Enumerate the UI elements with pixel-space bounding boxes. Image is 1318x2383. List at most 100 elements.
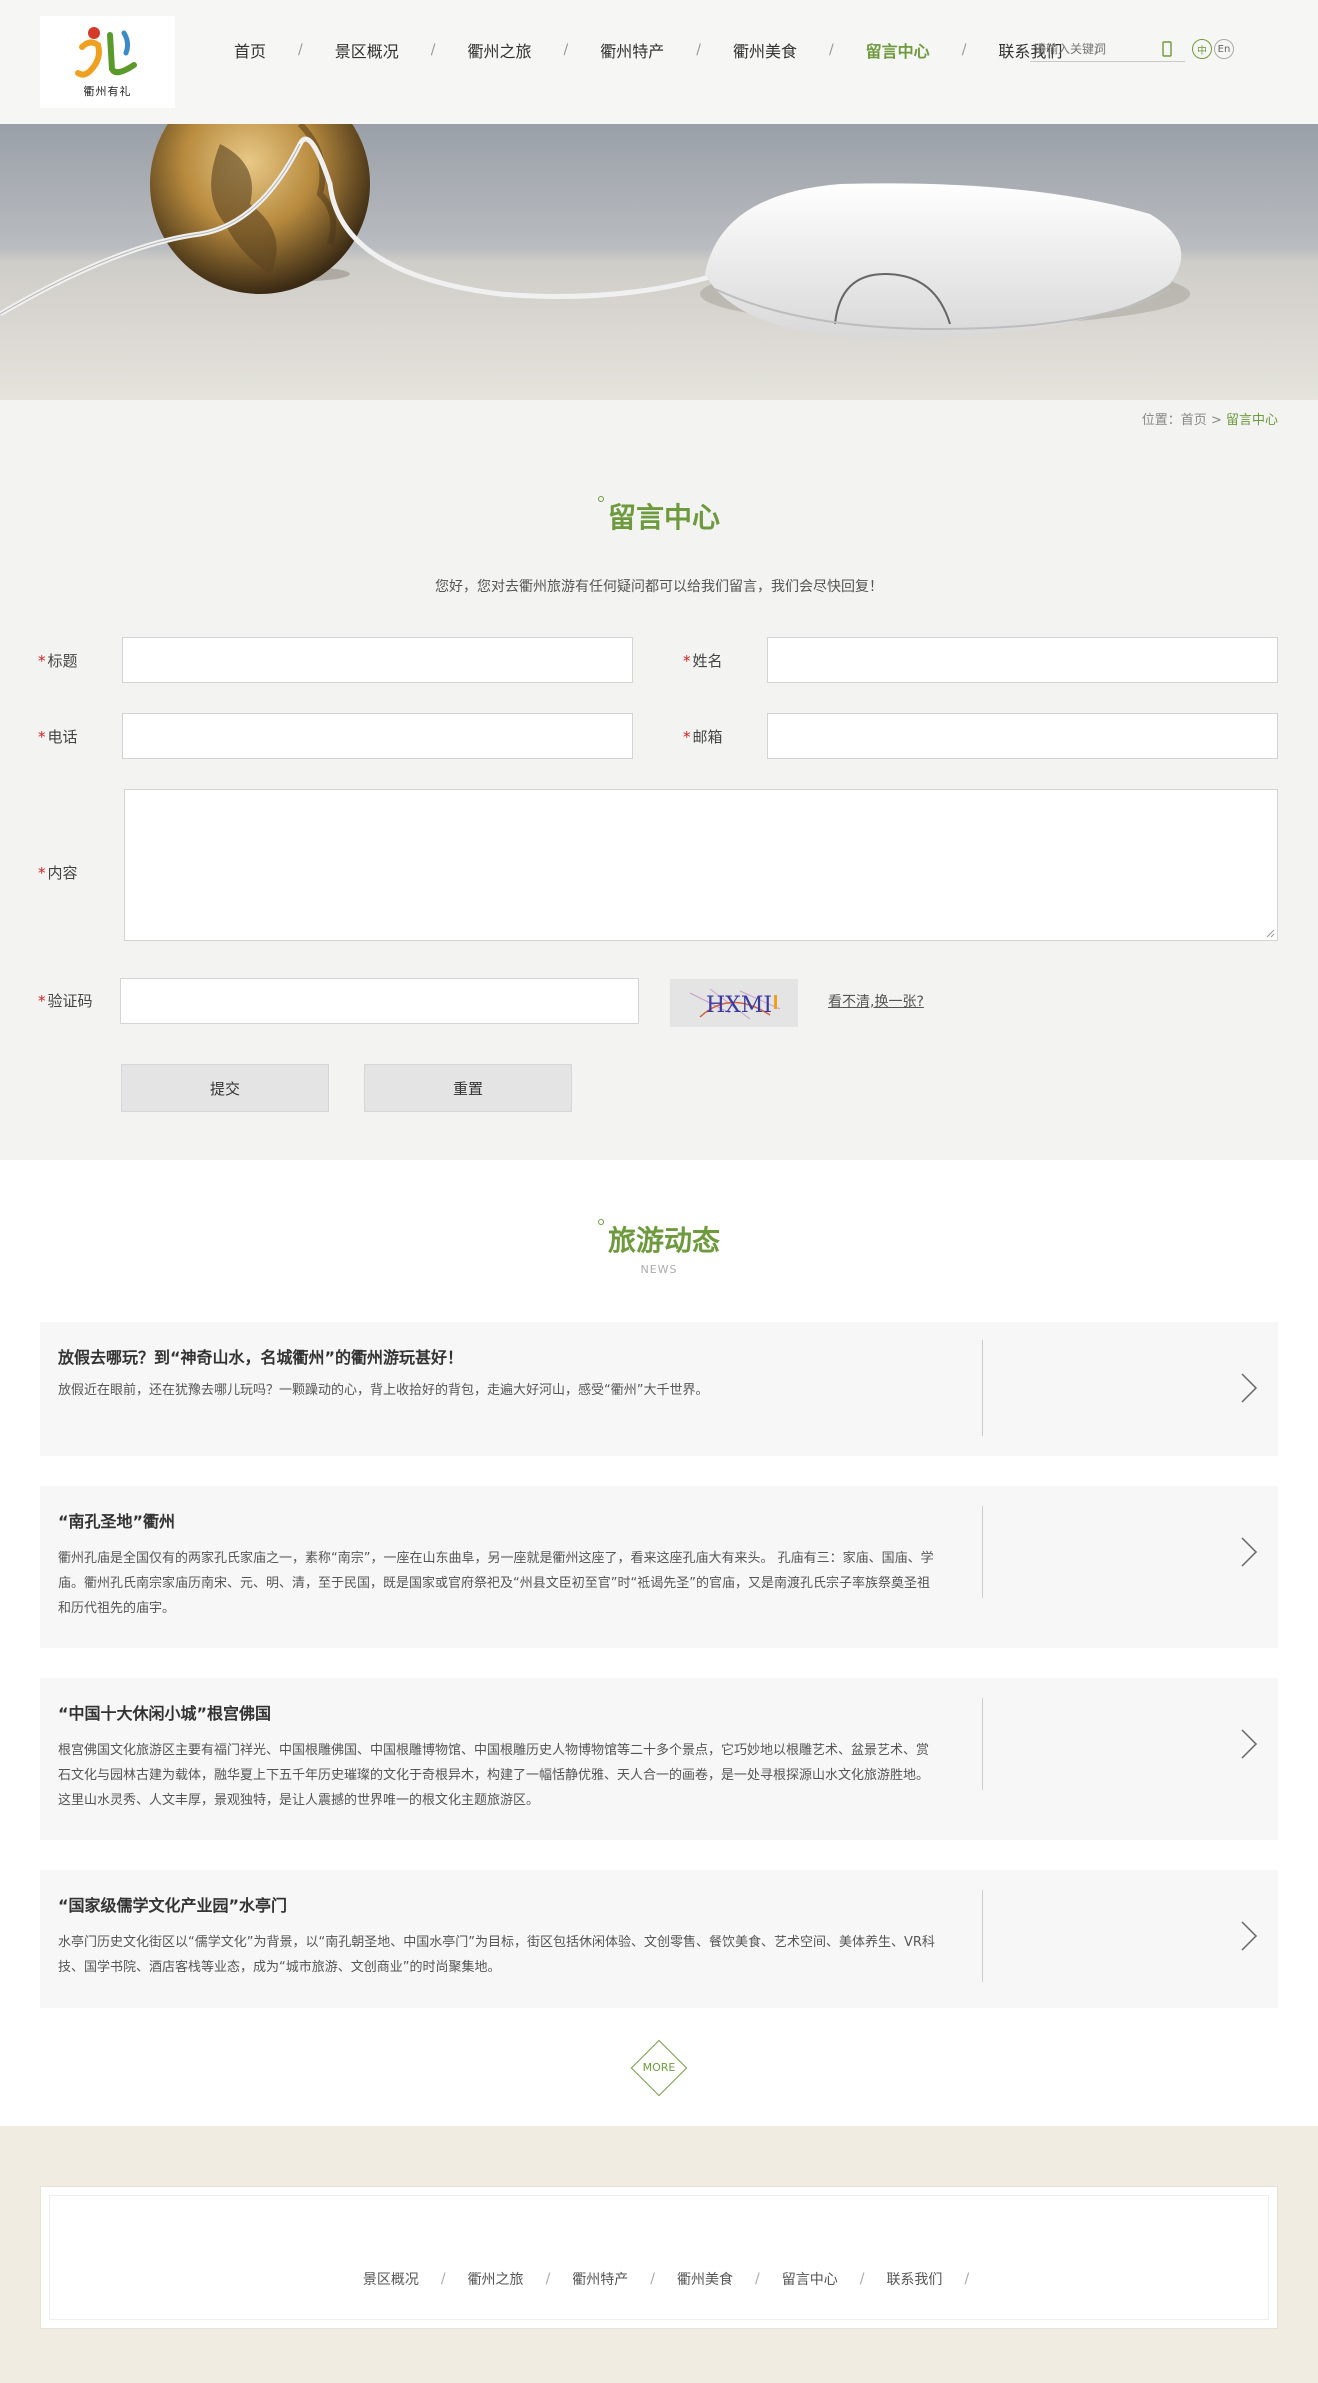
captcha-image[interactable]: HXMI <box>670 979 798 1027</box>
news-item-title[interactable]: “南孔圣地”衢州 <box>58 1508 175 1532</box>
nav-separator: / <box>430 42 436 58</box>
footer-separator: / <box>440 2271 446 2287</box>
captcha-field[interactable] <box>120 978 639 1024</box>
site-logo[interactable]: 衢州有礼 <box>40 16 175 108</box>
lang-cn-button[interactable]: 中 <box>1192 39 1212 59</box>
search-input[interactable] <box>1030 41 1160 56</box>
banner-image <box>0 124 1318 400</box>
message-intro: 您好，您对去衢州旅游有任何疑问都可以给我们留言，我们会尽快回复！ <box>435 579 883 595</box>
nav-separator: / <box>298 42 303 58</box>
label-name: * 姓名 <box>683 650 723 671</box>
breadcrumb-home[interactable]: 首页 <box>1181 413 1207 428</box>
footer-link-food[interactable]: 衢州美食 <box>659 2269 751 2289</box>
label-title-text: 标题 <box>47 652 78 670</box>
site-header: 衢州有礼 首页 / 景区概况 / 衢州之旅 / 衢州特产 / 衢州美食 / 留言… <box>0 0 1318 124</box>
label-content: * 内容 <box>38 862 78 883</box>
footer-separator: / <box>859 2271 865 2287</box>
required-mark: * <box>38 652 46 670</box>
breadcrumb-separator: > <box>1210 413 1222 428</box>
nav-item-overview[interactable]: 景区概况 <box>316 38 418 62</box>
news-card[interactable]: “中国十大休闲小城”根宫佛国 根宫佛国文化旅游区主要有福门祥光、中国根雕佛国、中… <box>40 1678 1278 1840</box>
news-item-title[interactable]: “中国十大休闲小城”根宫佛国 <box>58 1700 271 1724</box>
captcha-graphic: HXMI <box>670 979 798 1027</box>
news-card[interactable]: 放假去哪玩？到“神奇山水，名城衢州”的衢州游玩甚好！ 放假近在眼前，还在犹豫去哪… <box>40 1322 1278 1456</box>
news-divider <box>982 1698 983 1790</box>
email-field[interactable] <box>767 713 1278 759</box>
chevron-right-icon[interactable] <box>1238 1726 1260 1762</box>
label-content-text: 内容 <box>47 864 78 882</box>
chevron-right-icon[interactable] <box>1238 1370 1260 1406</box>
footer-link-overview[interactable]: 景区概况 <box>345 2269 437 2289</box>
news-divider <box>982 1890 983 1982</box>
news-card[interactable]: “南孔圣地”衢州 衢州孔庙是全国仅有的两家孔氏家庙之一，素称“南宗”，一座在山东… <box>40 1486 1278 1648</box>
footer-separator: / <box>964 2271 970 2287</box>
message-title-text: 留言中心 <box>607 501 720 534</box>
news-item-body: 水亭门历史文化街区以“儒学文化”为背景，以“南孔朝圣地、中国水亭门”为目标，街区… <box>58 1935 935 1975</box>
logo-mark-icon <box>74 27 137 78</box>
news-title-text: 旅游动态 <box>607 1224 720 1257</box>
nav-item-specialties[interactable]: 衢州特产 <box>581 38 683 62</box>
required-mark: * <box>683 728 691 746</box>
footer-links: 景区概况 / 衢州之旅 / 衢州特产 / 衢州美食 / 留言中心 / 联系我们 … <box>41 2269 1277 2289</box>
message-title: 留言中心 <box>0 496 1318 536</box>
news-title: 旅游动态 <box>0 1219 1318 1259</box>
footer-link-specialties[interactable]: 衢州特产 <box>554 2269 646 2289</box>
footer-link-travel[interactable]: 衢州之旅 <box>450 2269 542 2289</box>
required-mark: * <box>38 728 46 746</box>
breadcrumb-current: 留言中心 <box>1225 413 1278 428</box>
news-divider <box>982 1340 983 1436</box>
label-email: * 邮箱 <box>683 726 723 747</box>
nav-separator: / <box>696 42 701 58</box>
nav-item-home[interactable]: 首页 <box>215 38 285 62</box>
news-divider <box>982 1506 983 1598</box>
search-icon[interactable] <box>1160 40 1174 58</box>
breadcrumb-prefix: 位置： <box>1141 413 1181 428</box>
label-captcha-text: 验证码 <box>47 992 93 1010</box>
footer-inner <box>49 2195 1269 2320</box>
nav-item-message[interactable]: 留言中心 <box>847 38 949 62</box>
chevron-right-icon[interactable] <box>1238 1534 1260 1570</box>
lang-en-button[interactable]: En <box>1214 39 1234 59</box>
more-button-label[interactable]: MORE <box>629 2058 689 2078</box>
nav-separator: / <box>961 42 967 58</box>
name-field[interactable] <box>767 637 1278 683</box>
news-card[interactable]: “国家级儒学文化产业园”水亭门 水亭门历史文化街区以“儒学文化”为背景，以“南孔… <box>40 1870 1278 2008</box>
label-email-text: 邮箱 <box>692 728 723 746</box>
reset-button[interactable]: 重置 <box>364 1064 572 1112</box>
footer-separator: / <box>545 2271 551 2287</box>
phone-field[interactable] <box>122 713 633 759</box>
news-subtitle: NEWS <box>640 1263 678 1276</box>
breadcrumb: 位置：首页 > 留言中心 <box>1142 409 1278 428</box>
nav-separator: / <box>828 42 834 58</box>
footer-link-message[interactable]: 留言中心 <box>764 2269 856 2289</box>
title-dot-icon <box>597 496 604 502</box>
required-mark: * <box>683 652 691 670</box>
nav-item-food[interactable]: 衢州美食 <box>714 38 816 62</box>
label-phone: * 电话 <box>38 726 78 747</box>
label-captcha: * 验证码 <box>38 990 93 1011</box>
language-switcher: 中 En <box>1192 39 1234 59</box>
site-footer: 景区概况 / 衢州之旅 / 衢州特产 / 衢州美食 / 留言中心 / 联系我们 … <box>0 2126 1318 2383</box>
news-item-body: 放假近在眼前，还在犹豫去哪儿玩吗？一颗躁动的心，背上收拾好的背包，走遍大好河山，… <box>58 1383 709 1398</box>
label-phone-text: 电话 <box>47 728 78 746</box>
nav-item-travel[interactable]: 衢州之旅 <box>448 38 550 62</box>
footer-separator: / <box>650 2271 655 2287</box>
footer-box: 景区概况 / 衢州之旅 / 衢州特产 / 衢州美食 / 留言中心 / 联系我们 … <box>40 2186 1278 2329</box>
news-item-title[interactable]: 放假去哪玩？到“神奇山水，名城衢州”的衢州游玩甚好！ <box>58 1344 463 1368</box>
title-field[interactable] <box>122 637 633 683</box>
label-title: * 标题 <box>38 650 78 671</box>
nav-separator: / <box>563 42 569 58</box>
chevron-right-icon[interactable] <box>1238 1918 1260 1954</box>
submit-button[interactable]: 提交 <box>121 1064 329 1112</box>
captcha-refresh-link[interactable]: 看不清,换一张? <box>828 991 924 1011</box>
resize-handle-icon[interactable] <box>1266 929 1275 938</box>
required-mark: * <box>38 864 46 882</box>
news-item-title[interactable]: “国家级儒学文化产业园”水亭门 <box>58 1892 287 1916</box>
footer-separator: / <box>755 2271 760 2287</box>
search-box <box>1030 36 1185 62</box>
news-item-body: 根宫佛国文化旅游区主要有福门祥光、中国根雕佛国、中国根雕博物馆、中国根雕历史人物… <box>58 1743 930 1808</box>
content-textarea[interactable] <box>124 789 1278 941</box>
hero-banner <box>0 124 1318 400</box>
footer-link-contact[interactable]: 联系我们 <box>868 2269 960 2289</box>
news-item-body: 衢州孔庙是全国仅有的两家孔氏家庙之一，素称“南宗”，一座在山东曲阜，另一座就是衢… <box>58 1551 934 1616</box>
